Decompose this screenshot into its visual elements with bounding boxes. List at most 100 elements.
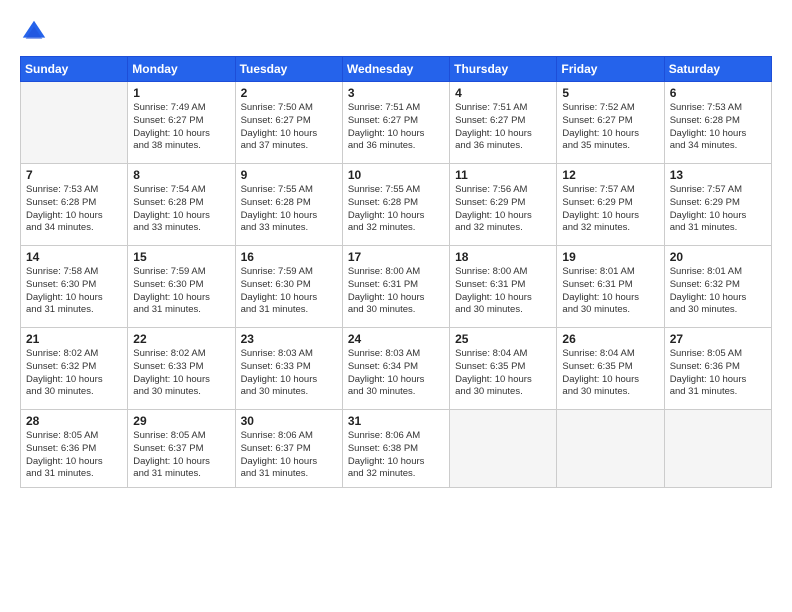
cell-info: Sunrise: 8:01 AMSunset: 6:31 PMDaylight:… xyxy=(562,266,658,317)
calendar-cell: 16 Sunrise: 7:59 AMSunset: 6:30 PMDayligh… xyxy=(235,246,342,328)
cell-info: Sunrise: 7:58 AMSunset: 6:30 PMDaylight:… xyxy=(26,266,122,317)
cell-info: Sunrise: 8:01 AMSunset: 6:32 PMDaylight:… xyxy=(670,266,766,317)
calendar-cell xyxy=(450,410,557,488)
day-number: 31 xyxy=(348,414,444,428)
cell-info: Sunrise: 7:57 AMSunset: 6:29 PMDaylight:… xyxy=(670,184,766,235)
cell-info: Sunrise: 7:49 AMSunset: 6:27 PMDaylight:… xyxy=(133,102,229,153)
cell-info: Sunrise: 8:06 AMSunset: 6:38 PMDaylight:… xyxy=(348,430,444,481)
day-number: 26 xyxy=(562,332,658,346)
calendar-cell: 3 Sunrise: 7:51 AMSunset: 6:27 PMDaylight… xyxy=(342,82,449,164)
cell-info: Sunrise: 8:04 AMSunset: 6:35 PMDaylight:… xyxy=(455,348,551,399)
cell-info: Sunrise: 8:00 AMSunset: 6:31 PMDaylight:… xyxy=(348,266,444,317)
cell-info: Sunrise: 7:51 AMSunset: 6:27 PMDaylight:… xyxy=(348,102,444,153)
week-row-3: 14 Sunrise: 7:58 AMSunset: 6:30 PMDayligh… xyxy=(21,246,772,328)
cell-info: Sunrise: 8:03 AMSunset: 6:33 PMDaylight:… xyxy=(241,348,337,399)
cell-info: Sunrise: 7:53 AMSunset: 6:28 PMDaylight:… xyxy=(26,184,122,235)
calendar-cell: 23Sunrise: 8:03 AMSunset: 6:33 PMDayligh… xyxy=(235,328,342,410)
calendar-cell xyxy=(21,82,128,164)
calendar-cell: 13 Sunrise: 7:57 AMSunset: 6:29 PMDayligh… xyxy=(664,164,771,246)
day-number: 6 xyxy=(670,86,766,100)
calendar-cell: 26 Sunrise: 8:04 AMSunset: 6:35 PMDayligh… xyxy=(557,328,664,410)
calendar-cell: 4 Sunrise: 7:51 AMSunset: 6:27 PMDaylight… xyxy=(450,82,557,164)
day-number: 9 xyxy=(241,168,337,182)
calendar-cell: 20 Sunrise: 8:01 AMSunset: 6:32 PMDayligh… xyxy=(664,246,771,328)
day-number: 3 xyxy=(348,86,444,100)
calendar-cell: 6 Sunrise: 7:53 AMSunset: 6:28 PMDaylight… xyxy=(664,82,771,164)
calendar-cell: 29 Sunrise: 8:05 AMSunset: 6:37 PMDayligh… xyxy=(128,410,235,488)
cell-info: Sunrise: 7:56 AMSunset: 6:29 PMDaylight:… xyxy=(455,184,551,235)
header xyxy=(20,18,772,46)
day-number: 19 xyxy=(562,250,658,264)
day-number: 14 xyxy=(26,250,122,264)
logo-icon xyxy=(20,18,48,46)
calendar-cell: 1 Sunrise: 7:49 AMSunset: 6:27 PMDaylight… xyxy=(128,82,235,164)
day-number: 12 xyxy=(562,168,658,182)
day-number: 27 xyxy=(670,332,766,346)
weekday-header-saturday: Saturday xyxy=(664,57,771,82)
calendar-cell: 14 Sunrise: 7:58 AMSunset: 6:30 PMDayligh… xyxy=(21,246,128,328)
calendar-cell: 25Sunrise: 8:04 AMSunset: 6:35 PMDayligh… xyxy=(450,328,557,410)
weekday-header-friday: Friday xyxy=(557,57,664,82)
day-number: 21 xyxy=(26,332,122,346)
calendar-cell: 5 Sunrise: 7:52 AMSunset: 6:27 PMDaylight… xyxy=(557,82,664,164)
calendar-cell: 9 Sunrise: 7:55 AMSunset: 6:28 PMDaylight… xyxy=(235,164,342,246)
cell-info: Sunrise: 7:59 AMSunset: 6:30 PMDaylight:… xyxy=(241,266,337,317)
day-number: 29 xyxy=(133,414,229,428)
cell-info: Sunrise: 8:05 AMSunset: 6:36 PMDaylight:… xyxy=(26,430,122,481)
day-number: 5 xyxy=(562,86,658,100)
calendar-cell: 24 Sunrise: 8:03 AMSunset: 6:34 PMDayligh… xyxy=(342,328,449,410)
calendar-cell: 7 Sunrise: 7:53 AMSunset: 6:28 PMDaylight… xyxy=(21,164,128,246)
day-number: 30 xyxy=(241,414,337,428)
day-number: 16 xyxy=(241,250,337,264)
calendar-cell: 15 Sunrise: 7:59 AMSunset: 6:30 PMDayligh… xyxy=(128,246,235,328)
weekday-header-thursday: Thursday xyxy=(450,57,557,82)
cell-info: Sunrise: 7:51 AMSunset: 6:27 PMDaylight:… xyxy=(455,102,551,153)
cell-info: Sunrise: 8:02 AMSunset: 6:33 PMDaylight:… xyxy=(133,348,229,399)
calendar-cell xyxy=(557,410,664,488)
cell-info: Sunrise: 7:55 AMSunset: 6:28 PMDaylight:… xyxy=(241,184,337,235)
calendar-cell: 12 Sunrise: 7:57 AMSunset: 6:29 PMDayligh… xyxy=(557,164,664,246)
cell-info: Sunrise: 7:50 AMSunset: 6:27 PMDaylight:… xyxy=(241,102,337,153)
day-number: 24 xyxy=(348,332,444,346)
cell-info: Sunrise: 7:59 AMSunset: 6:30 PMDaylight:… xyxy=(133,266,229,317)
cell-info: Sunrise: 7:55 AMSunset: 6:28 PMDaylight:… xyxy=(348,184,444,235)
calendar-table: SundayMondayTuesdayWednesdayThursdayFrid… xyxy=(20,56,772,488)
week-row-2: 7 Sunrise: 7:53 AMSunset: 6:28 PMDaylight… xyxy=(21,164,772,246)
calendar-cell: 21 Sunrise: 8:02 AMSunset: 6:32 PMDayligh… xyxy=(21,328,128,410)
day-number: 2 xyxy=(241,86,337,100)
cell-info: Sunrise: 7:53 AMSunset: 6:28 PMDaylight:… xyxy=(670,102,766,153)
cell-info: Sunrise: 7:57 AMSunset: 6:29 PMDaylight:… xyxy=(562,184,658,235)
day-number: 20 xyxy=(670,250,766,264)
day-number: 4 xyxy=(455,86,551,100)
weekday-header-monday: Monday xyxy=(128,57,235,82)
week-row-1: 1 Sunrise: 7:49 AMSunset: 6:27 PMDaylight… xyxy=(21,82,772,164)
logo xyxy=(20,18,50,46)
day-number: 1 xyxy=(133,86,229,100)
calendar-cell xyxy=(664,410,771,488)
calendar-cell: 8Sunrise: 7:54 AMSunset: 6:28 PMDaylight… xyxy=(128,164,235,246)
weekday-header-row: SundayMondayTuesdayWednesdayThursdayFrid… xyxy=(21,57,772,82)
day-number: 7 xyxy=(26,168,122,182)
week-row-5: 28 Sunrise: 8:05 AMSunset: 6:36 PMDayligh… xyxy=(21,410,772,488)
calendar-cell: 19 Sunrise: 8:01 AMSunset: 6:31 PMDayligh… xyxy=(557,246,664,328)
cell-info: Sunrise: 7:54 AMSunset: 6:28 PMDaylight:… xyxy=(133,184,229,235)
cell-info: Sunrise: 8:05 AMSunset: 6:36 PMDaylight:… xyxy=(670,348,766,399)
day-number: 28 xyxy=(26,414,122,428)
day-number: 13 xyxy=(670,168,766,182)
cell-info: Sunrise: 8:03 AMSunset: 6:34 PMDaylight:… xyxy=(348,348,444,399)
calendar-cell: 2 Sunrise: 7:50 AMSunset: 6:27 PMDaylight… xyxy=(235,82,342,164)
cell-info: Sunrise: 7:52 AMSunset: 6:27 PMDaylight:… xyxy=(562,102,658,153)
weekday-header-sunday: Sunday xyxy=(21,57,128,82)
weekday-header-wednesday: Wednesday xyxy=(342,57,449,82)
week-row-4: 21 Sunrise: 8:02 AMSunset: 6:32 PMDayligh… xyxy=(21,328,772,410)
day-number: 15 xyxy=(133,250,229,264)
day-number: 17 xyxy=(348,250,444,264)
calendar-cell: 28 Sunrise: 8:05 AMSunset: 6:36 PMDayligh… xyxy=(21,410,128,488)
calendar-cell: 17 Sunrise: 8:00 AMSunset: 6:31 PMDayligh… xyxy=(342,246,449,328)
cell-info: Sunrise: 8:05 AMSunset: 6:37 PMDaylight:… xyxy=(133,430,229,481)
cell-info: Sunrise: 8:02 AMSunset: 6:32 PMDaylight:… xyxy=(26,348,122,399)
calendar-cell: 31 Sunrise: 8:06 AMSunset: 6:38 PMDayligh… xyxy=(342,410,449,488)
calendar-cell: 30Sunrise: 8:06 AMSunset: 6:37 PMDayligh… xyxy=(235,410,342,488)
cell-info: Sunrise: 8:04 AMSunset: 6:35 PMDaylight:… xyxy=(562,348,658,399)
calendar-cell: 22Sunrise: 8:02 AMSunset: 6:33 PMDayligh… xyxy=(128,328,235,410)
